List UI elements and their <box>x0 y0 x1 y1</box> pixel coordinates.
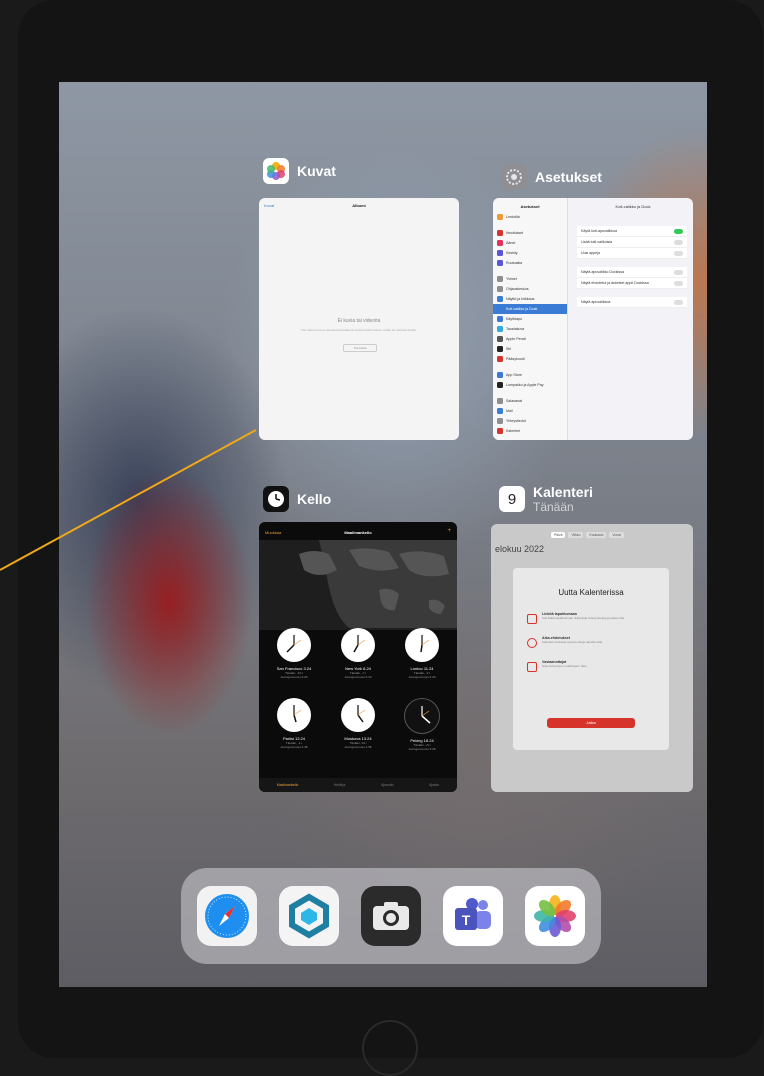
annotation-line <box>0 429 257 571</box>
home-button[interactable] <box>362 1020 418 1076</box>
